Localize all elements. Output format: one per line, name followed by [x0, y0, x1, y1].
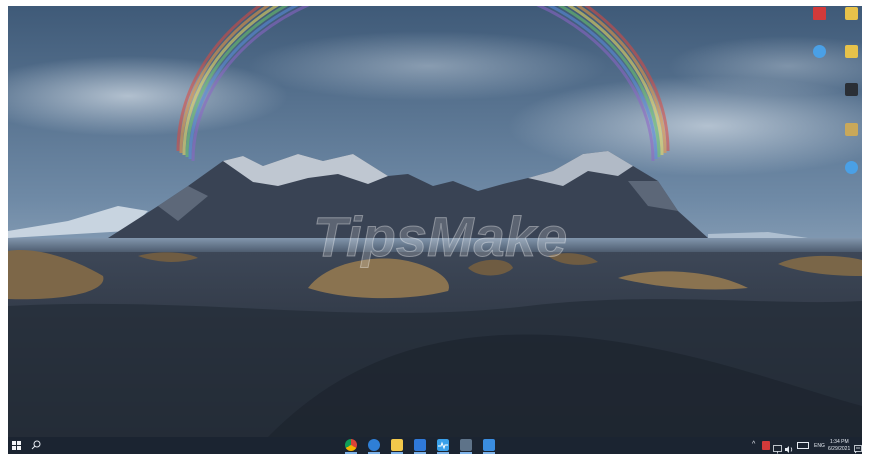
recycle-bin-icon[interactable]: [804, 6, 834, 40]
taskbar-app-performance[interactable]: [434, 437, 452, 454]
calculator-icon: [460, 439, 472, 451]
running-indicator: [391, 452, 403, 454]
file-explorer-icon: [391, 439, 403, 451]
edge-icon[interactable]: [836, 160, 862, 194]
taskbar-app-security[interactable]: [365, 437, 383, 454]
photos-icon: [483, 439, 495, 451]
keyboard-icon[interactable]: [797, 442, 809, 449]
start-button[interactable]: [8, 437, 26, 454]
running-indicator: [368, 452, 380, 454]
input-language[interactable]: ENG: [814, 443, 825, 449]
taskbar-app-file-explorer[interactable]: [388, 437, 406, 454]
app-icon[interactable]: [836, 122, 862, 156]
taskbar-app-photos[interactable]: [480, 437, 498, 454]
clock-date: 6/29/2021: [828, 446, 851, 452]
security-icon: [368, 439, 380, 451]
folder-icon[interactable]: [836, 6, 862, 40]
windows-logo-icon: [12, 441, 21, 450]
notifications-icon[interactable]: [854, 441, 862, 454]
show-hidden-icons-chevron-icon[interactable]: ^: [752, 441, 755, 448]
search-icon: [31, 440, 41, 450]
calendar-icon: [414, 439, 426, 451]
taskbar-app-calendar[interactable]: [411, 437, 429, 454]
running-indicator: [437, 452, 449, 454]
wallpaper-image: TipsMake: [8, 6, 862, 437]
clock-time: 1:34 PM: [830, 439, 849, 445]
network-icon[interactable]: [773, 441, 782, 454]
running-indicator: [483, 452, 495, 454]
chrome-icon: [345, 439, 357, 451]
edge-icon[interactable]: [804, 44, 834, 78]
search-button[interactable]: [28, 437, 46, 454]
taskbar: ^ ENG 1:34 PM 6/29/2021: [8, 437, 862, 454]
folder-icon[interactable]: [836, 44, 862, 78]
watermark-text: TipsMake: [313, 205, 567, 268]
wallpaper: TipsMake: [8, 6, 862, 437]
running-indicator: [345, 452, 357, 454]
tray-app-icon[interactable]: [762, 441, 770, 450]
taskbar-app-chrome[interactable]: [342, 437, 360, 454]
taskbar-app-calculator[interactable]: [457, 437, 475, 454]
running-indicator: [414, 452, 426, 454]
clock[interactable]: 1:34 PM 6/29/2021: [826, 437, 854, 454]
desktop[interactable]: TipsMake ^ ENG 1:34 PM 6/29/2021: [8, 6, 862, 454]
performance-icon: [437, 439, 449, 451]
running-indicator: [460, 452, 472, 454]
volume-icon[interactable]: [784, 441, 794, 454]
app-icon[interactable]: [836, 82, 862, 116]
